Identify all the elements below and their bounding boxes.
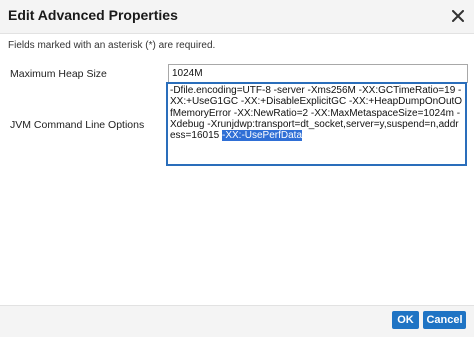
max-heap-label: Maximum Heap Size [10,68,107,80]
ok-button[interactable]: OK [392,311,419,329]
required-fields-note: Fields marked with an asterisk (*) are r… [8,40,216,51]
dialog-title: Edit Advanced Properties [8,7,178,23]
jvm-options-text: -Dfile.encoding=UTF-8 -server -Xms256M -… [170,85,463,142]
edit-advanced-properties-dialog: Edit Advanced Properties Fields marked w… [0,0,474,337]
close-icon [452,10,464,22]
jvm-options-selected-text: -XX:-UsePerfData [222,130,303,142]
jvm-options-label: JVM Command Line Options [10,119,145,131]
max-heap-input[interactable]: 1024M [168,64,468,83]
dialog-titlebar: Edit Advanced Properties [0,0,474,34]
close-button[interactable] [447,5,469,27]
cancel-button[interactable]: Cancel [423,311,466,329]
jvm-options-textarea[interactable]: -Dfile.encoding=UTF-8 -server -Xms256M -… [166,82,467,166]
